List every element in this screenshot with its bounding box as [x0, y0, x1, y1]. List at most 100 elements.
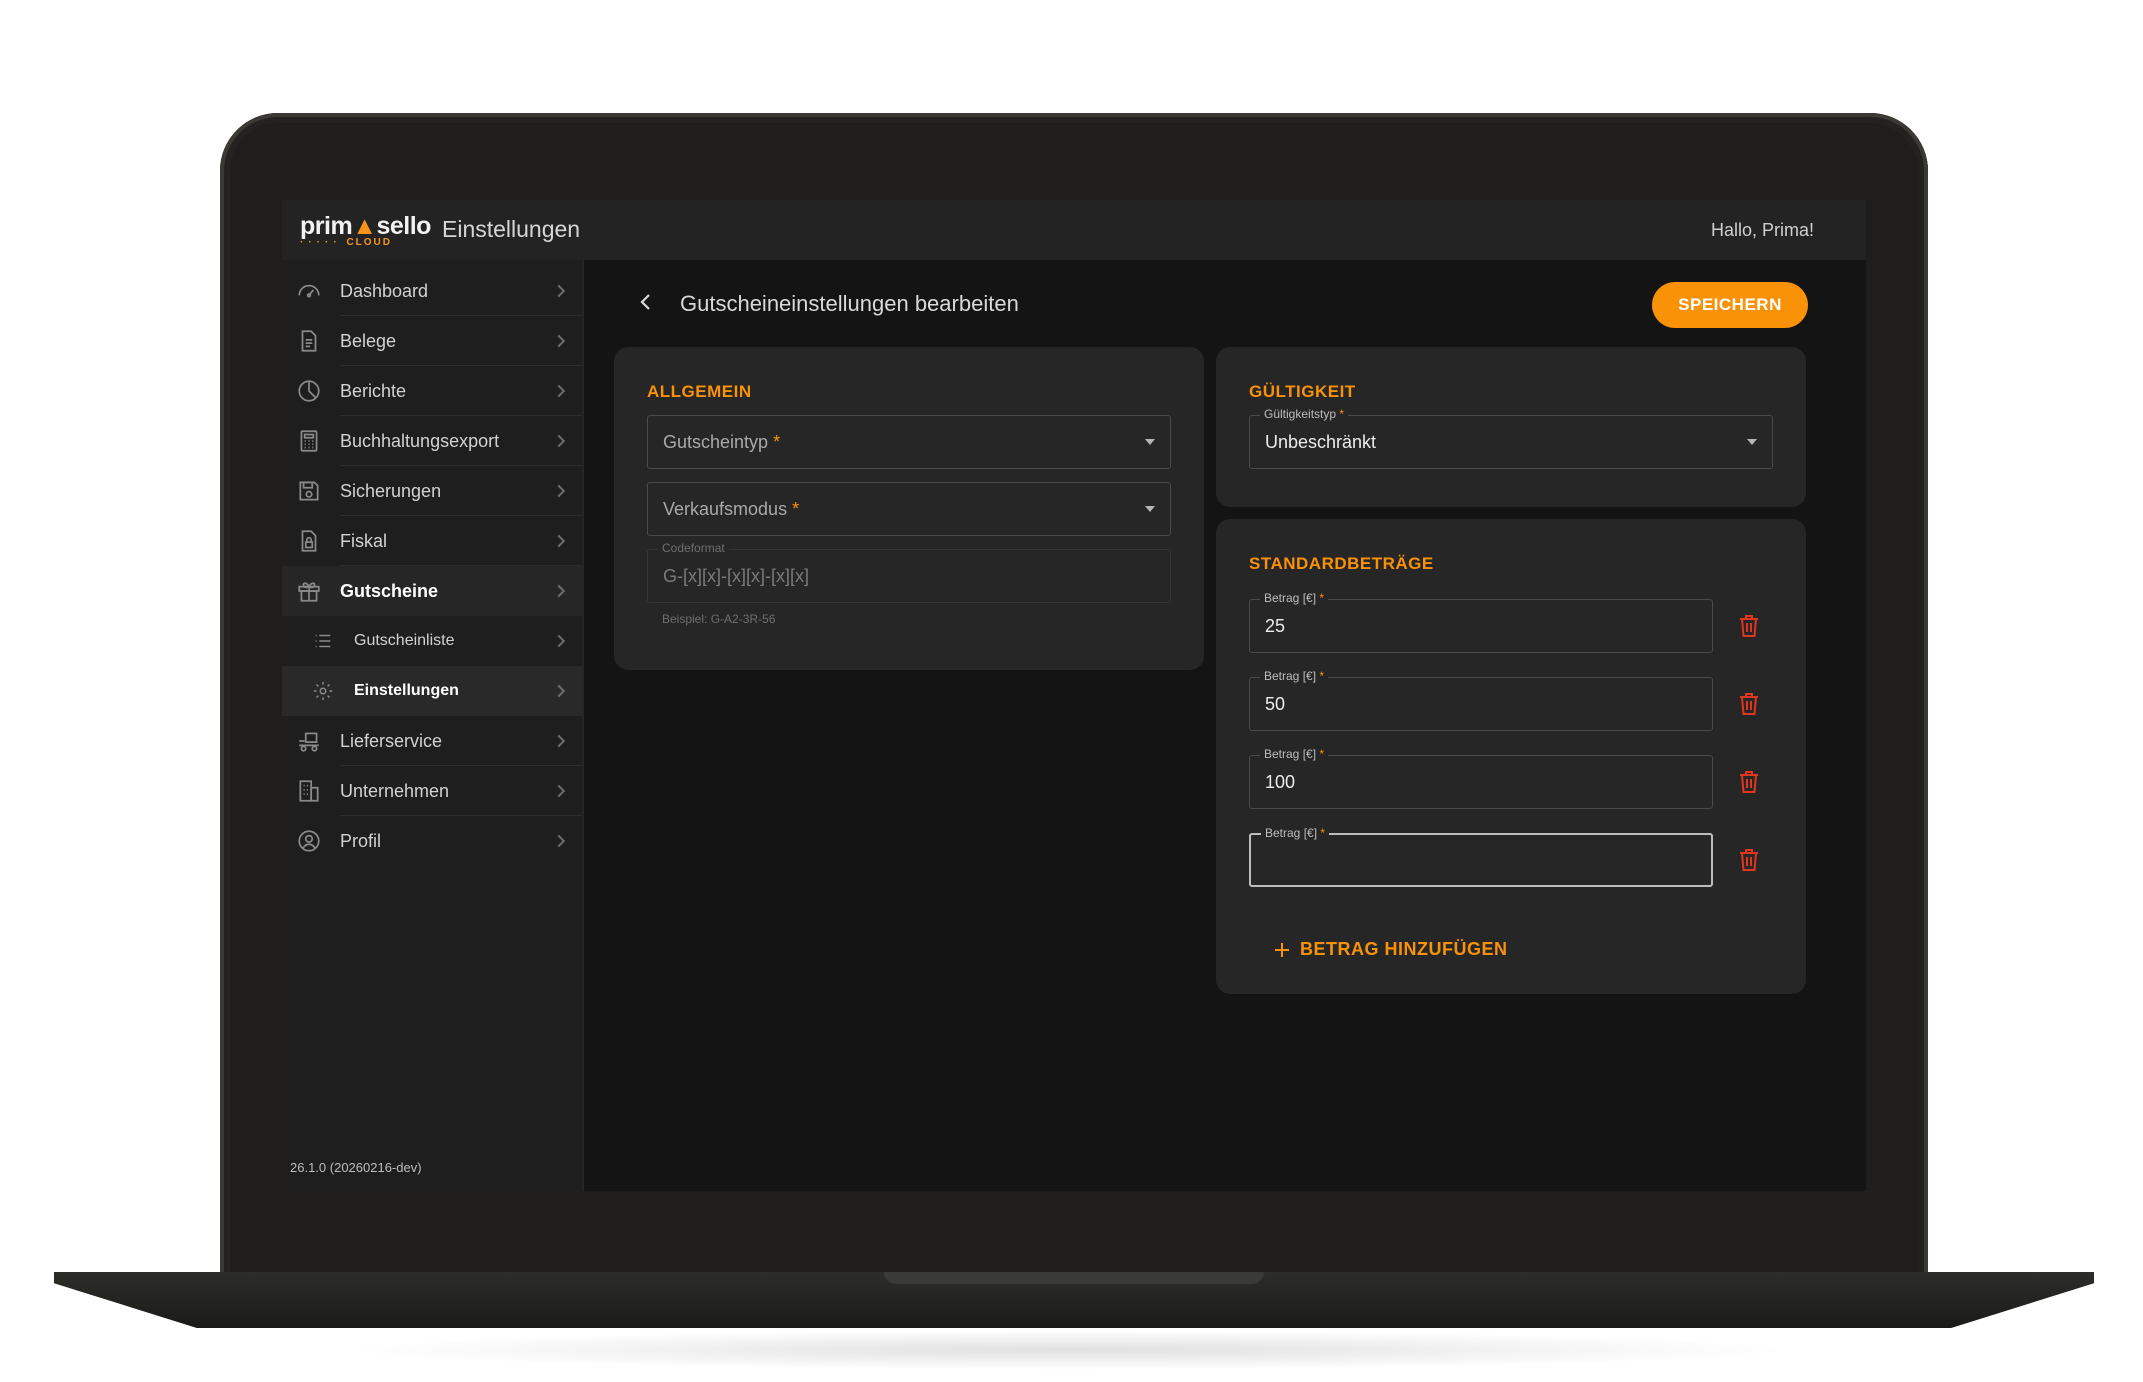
dashboard-icon: [298, 284, 320, 298]
sidebar-item-gutscheine[interactable]: Gutscheine: [282, 566, 582, 616]
gear-icon: [313, 681, 333, 701]
laptop-notch: [884, 1272, 1264, 1284]
sidebar-item-profil[interactable]: Profil: [282, 816, 582, 866]
chevron-right-icon: [557, 534, 566, 548]
sidebar-item-belege[interactable]: Belege: [282, 316, 582, 366]
chevron-right-icon: [557, 334, 566, 348]
main-content: Gutscheineinstellungen bearbeiten SPEICH…: [584, 260, 1866, 1191]
delivery-icon: [299, 732, 319, 752]
field-value: 25: [1265, 616, 1286, 636]
sidebar-item-berichte[interactable]: Berichte: [282, 366, 582, 416]
laptop-shadow: [340, 1330, 1800, 1370]
trash-icon[interactable]: [1738, 613, 1760, 639]
select-placeholder: Gutscheintyp *: [663, 432, 781, 452]
plus-icon: [1275, 942, 1289, 957]
field-label: Gültigkeitstyp *: [1260, 407, 1349, 421]
chevron-right-icon: [557, 584, 566, 598]
dropdown-arrow-icon: [1145, 506, 1155, 512]
sidebar-item-label: Belege: [340, 330, 397, 351]
validity-type-select[interactable]: Gültigkeitstyp * Unbeschränkt: [1249, 407, 1773, 469]
add-amount-label: BETRAG HINZUFÜGEN: [1300, 939, 1508, 959]
amount-field[interactable]: Betrag [€] * 100: [1249, 747, 1713, 809]
list-icon: [315, 634, 331, 648]
field-value: G-[x][x]-[x][x]-[x][x]: [663, 566, 809, 586]
sidebar-item-lieferservice[interactable]: Lieferservice: [282, 716, 582, 766]
section-title: STANDARDBETRÄGE: [1249, 554, 1434, 573]
logo-subtitle: ····· CLOUD: [300, 237, 392, 248]
code-format-hint: Beispiel: G-A2-3R-56: [662, 612, 776, 626]
gift-icon: [298, 582, 320, 602]
chevron-right-icon: [557, 784, 566, 798]
sidebar-item-label: Fiskal: [340, 530, 388, 551]
standardbetraege-card: STANDARDBETRÄGE Betrag [€] * 25 Betrag […: [1216, 519, 1806, 994]
save-button[interactable]: SPEICHERN: [1652, 282, 1808, 328]
add-amount-button[interactable]: BETRAG HINZUFÜGEN: [1272, 939, 1508, 960]
sidebar-item-dashboard[interactable]: Dashboard: [282, 266, 582, 316]
sales-mode-select[interactable]: Verkaufsmodus *: [647, 482, 1171, 536]
user-greeting[interactable]: Hallo, Prima!: [1711, 220, 1814, 241]
locked-document-icon: [301, 530, 317, 552]
sidebar-subitem-label: Gutscheinliste: [354, 632, 455, 649]
trash-icon[interactable]: [1738, 691, 1760, 717]
chevron-right-icon: [557, 734, 566, 748]
field-label: Betrag [€] *: [1261, 826, 1330, 840]
sidebar-item-label: Gutscheine: [340, 580, 439, 601]
app-version: 26.1.0 (20260216-dev): [290, 1160, 422, 1175]
sidebar-item-label: Profil: [340, 830, 382, 851]
sidebar-item-unternehmen[interactable]: Unternehmen: [282, 766, 582, 816]
chevron-right-icon: [557, 834, 566, 848]
trash-icon[interactable]: [1738, 769, 1760, 795]
dropdown-arrow-icon: [1145, 439, 1155, 445]
amount-field[interactable]: Betrag [€] * 25: [1249, 591, 1713, 653]
sidebar-item-label: Sicherungen: [340, 480, 442, 501]
select-value: Unbeschränkt: [1265, 432, 1377, 452]
dropdown-arrow-icon: [1747, 439, 1757, 445]
sidebar-item-sicherungen[interactable]: Sicherungen: [282, 466, 582, 516]
app-title: Einstellungen: [442, 216, 581, 242]
chevron-right-icon: [557, 484, 566, 498]
voucher-type-select[interactable]: Gutscheintyp *: [647, 415, 1171, 469]
sidebar-item-label: Lieferservice: [340, 730, 443, 751]
sidebar: Dashboard Belege Berichte Buchhaltungsex…: [282, 260, 584, 1191]
pie-chart-icon: [298, 380, 320, 402]
gueltigkeit-card: GÜLTIGKEIT Gültigkeitstyp * Unbeschränkt: [1216, 347, 1806, 507]
sidebar-item-label: Berichte: [340, 380, 407, 401]
field-label: Betrag [€] *: [1260, 669, 1329, 683]
section-title: GÜLTIGKEIT: [1249, 382, 1356, 401]
chevron-right-icon: [557, 684, 566, 698]
sidebar-item-buchhaltungsexport[interactable]: Buchhaltungsexport: [282, 416, 582, 466]
user-circle-icon: [298, 830, 320, 852]
field-label: Betrag [€] *: [1260, 591, 1329, 605]
sidebar-subitem-einstellungen[interactable]: Einstellungen: [282, 666, 582, 716]
sidebar-item-fiskal[interactable]: Fiskal: [282, 516, 582, 566]
sidebar-item-label: Unternehmen: [340, 780, 450, 801]
trash-icon[interactable]: [1738, 847, 1760, 873]
sidebar-item-label: Dashboard: [340, 280, 429, 301]
document-icon: [301, 330, 317, 352]
sidebar-item-label: Buchhaltungsexport: [340, 430, 500, 451]
code-format-field: Codeformat G-[x][x]-[x][x]-[x][x]: [647, 541, 1171, 603]
field-value: 100: [1265, 772, 1296, 792]
sidebar-subitem-gutscheinliste[interactable]: Gutscheinliste: [282, 616, 582, 666]
page-title: Gutscheineinstellungen bearbeiten: [680, 291, 1019, 316]
chevron-right-icon: [557, 384, 566, 398]
calculator-icon: [300, 430, 318, 452]
field-value: 50: [1265, 694, 1286, 714]
allgemein-card: ALLGEMEIN Gutscheintyp * Verkaufsmodus *…: [614, 347, 1204, 670]
floppy-disk-icon: [299, 481, 319, 501]
back-arrow-icon[interactable]: [634, 290, 658, 314]
amount-field[interactable]: Betrag [€] * 50: [1249, 669, 1713, 731]
primasello-logo[interactable]: prim▲sello ····· CLOUD: [300, 212, 431, 250]
section-title: ALLGEMEIN: [647, 382, 752, 401]
top-bar: prim▲sello ····· CLOUD Einstellungen Hal…: [282, 200, 1866, 260]
field-label: Betrag [€] *: [1260, 747, 1329, 761]
select-placeholder: Verkaufsmodus *: [663, 499, 800, 519]
chevron-right-icon: [557, 284, 566, 298]
chevron-right-icon: [557, 634, 566, 648]
amount-field-active[interactable]: Betrag [€] *: [1249, 826, 1713, 887]
sidebar-subitem-label: Einstellungen: [354, 682, 459, 699]
field-label: Codeformat: [658, 541, 729, 555]
building-icon: [299, 780, 319, 802]
app-screen: prim▲sello ····· CLOUD Einstellungen Hal…: [282, 200, 1866, 1191]
chevron-right-icon: [557, 434, 566, 448]
